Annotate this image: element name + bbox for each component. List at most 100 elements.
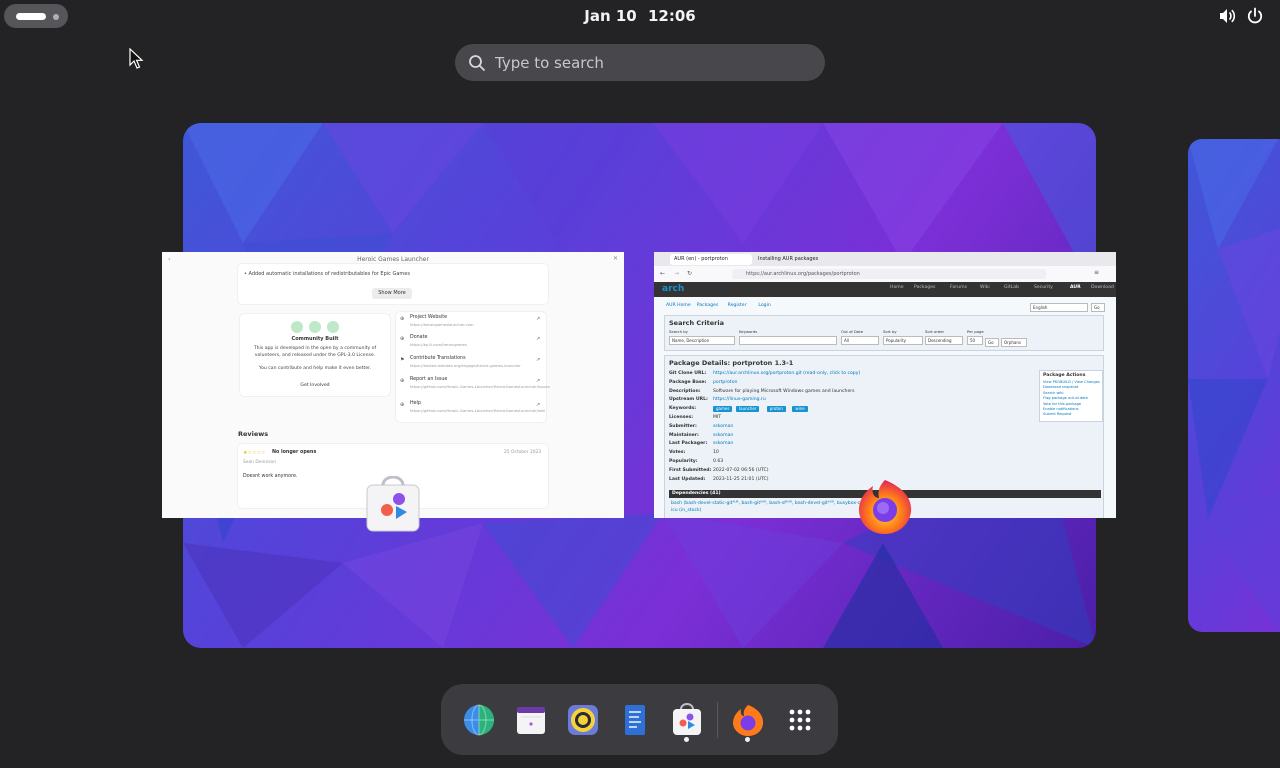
detail-value[interactable]: https://aur.archlinux.org/portproton.git… [713,371,860,377]
dock-calendar-icon[interactable] [513,702,549,738]
volume-icon[interactable] [1217,6,1237,26]
dock [441,684,838,755]
show-more-button[interactable]: Show More [372,288,412,299]
dock-text-editor-icon[interactable] [617,702,653,738]
clock[interactable]: Jan 10 12:06 [0,7,1280,25]
help-icon: ⊕ [400,402,405,408]
package-action-link[interactable]: Submit Request [1043,413,1072,417]
community-text-3: You can contribute and help make it even… [258,366,372,371]
search-input[interactable] [495,44,795,81]
dock-firefox-running-dot [745,737,750,742]
external-link-icon: ↗ [536,336,541,342]
detail-label: Licenses: [669,415,694,420]
aur-nav-item[interactable]: Packages [914,285,935,291]
firefox-app-badge-icon [855,474,915,536]
search-field-select[interactable]: Name, Description [669,336,735,345]
language-select[interactable]: English [1030,303,1088,312]
search-field-label: Search by [669,329,688,334]
power-icon[interactable] [1245,6,1265,26]
url-bar[interactable]: https://aur.archlinux.org/packages/portp… [732,269,1046,279]
donate-icon: ⊕ [400,336,405,342]
aur-nav-item[interactable]: Home [890,285,904,291]
package-action-link[interactable]: Flag package out-of-date [1043,397,1088,401]
package-action-link[interactable]: Vote for this package [1043,402,1081,407]
dock-show-apps-icon[interactable] [782,702,818,738]
dock-separator [717,702,718,738]
detail-label: Votes: [669,450,686,456]
keyword-badge[interactable]: launcher [736,406,760,412]
aur-nav-item[interactable]: GitLab [1004,285,1019,291]
reviews-heading: Reviews [238,430,269,438]
overview-search-bar[interactable] [455,44,825,81]
dependencies-heading: Dependencies (41) [672,491,721,496]
back-icon[interactable]: ‹ [168,257,170,263]
package-action-link[interactable]: View PKGBUILD / View Changes [1043,380,1100,385]
workspace-thumbnail-next[interactable] [1188,139,1280,632]
search-field-select[interactable]: Descending [925,336,963,345]
search-field-label: Out of Date [841,329,864,334]
package-action-link[interactable]: Enable notifications [1043,407,1078,412]
community-card: Community Built This app is developed in… [240,314,390,396]
link-url: https://heroicgameslauncher.com [410,322,474,327]
aur-subnav-link[interactable]: AUR Home [666,303,691,309]
link-url: https://github.com/Heroic-Games-Launcher… [410,384,550,389]
package-details-heading: Package Details: portproton 1.3-1 [669,359,794,367]
bug-icon: ⊕ [400,378,405,384]
tab-installing-aur[interactable]: Installing AUR packages [754,254,836,265]
aur-nav-item[interactable]: Forums [950,285,967,291]
arch-logo[interactable]: arch [662,285,684,294]
search-go-button[interactable]: Go [985,338,999,347]
keywords-input[interactable] [739,336,837,345]
detail-value[interactable]: https://linux-gaming.ru [713,398,766,403]
community-icons [291,321,339,333]
link-title: Help [410,401,421,406]
keyword-badge[interactable]: wine [792,406,808,412]
detail-value: 2022-07-02 06:56 (UTC) [713,467,769,473]
search-field-select[interactable]: All [841,336,879,345]
package-action-link[interactable]: Download snapshot [1043,386,1078,390]
dock-firefox-icon[interactable] [730,702,766,738]
dock-software-icon[interactable] [669,702,705,738]
dependencies-line[interactable]: bash (bash-devel-static-gitᴬᵁᴿ, bash-git… [671,501,879,507]
aur-subnav-link[interactable]: Login [758,303,770,309]
top-bar: Jan 10 12:06 [0,0,1280,32]
keyword-badge[interactable]: proton [766,406,786,412]
dock-rhythmbox-icon[interactable] [565,702,601,738]
detail-value[interactable]: sskoman [713,442,733,447]
get-involved-link[interactable]: Get Involved [240,383,390,389]
search-field-select[interactable]: 50 [967,336,983,345]
orphans-button[interactable]: Orphans [1001,338,1027,347]
detail-value[interactable]: sskoman [713,433,733,439]
language-go-button[interactable]: Go [1091,303,1105,312]
close-icon[interactable]: ✕ [613,256,618,262]
search-criteria-heading: Search Criteria [669,319,724,327]
tab-aur-portproton[interactable]: AUR (en) - portproton [670,254,752,265]
package-actions-title: Package Actions [1043,373,1086,378]
review-author: Sean Dennison [243,460,276,465]
review-title: No longer opens [272,450,317,455]
package-action-link[interactable]: Search wiki [1043,391,1064,396]
aur-nav-item[interactable]: Download [1091,285,1114,291]
keyword-badge[interactable]: games [713,406,733,412]
detail-value: Software for playing Microsoft Windows g… [713,388,855,394]
link-title: Contribute Translations [410,356,466,361]
aur-subnav-link[interactable]: Register [728,303,747,309]
detail-label: Keywords: [669,406,697,412]
translate-icon: ⚑ [400,357,405,363]
aur-nav-item[interactable]: AUR [1070,285,1081,291]
detail-value[interactable]: sskoman [713,424,733,430]
aur-nav-item[interactable]: Wiki [980,285,990,291]
aur-header: arch Home Packages Forums Wiki GitLab Securit… [654,282,1116,297]
detail-value[interactable]: portproton [713,380,737,386]
aur-nav-item[interactable]: Security [1034,285,1053,291]
dependencies-line-2[interactable]: icu (in_stock) [671,508,701,514]
menu-icon[interactable]: ≡ [1094,270,1099,276]
search-icon [467,53,487,73]
aur-subnav-link[interactable]: Packages [697,303,718,309]
back-arrow-icon[interactable]: ← [660,271,665,277]
reload-icon[interactable]: ↻ [687,271,692,277]
dock-globe-browser-icon[interactable] [461,702,497,738]
search-field-select[interactable]: Popularity [883,336,923,345]
external-link-icon: ↗ [536,316,541,322]
forward-arrow-icon[interactable]: → [674,271,679,277]
